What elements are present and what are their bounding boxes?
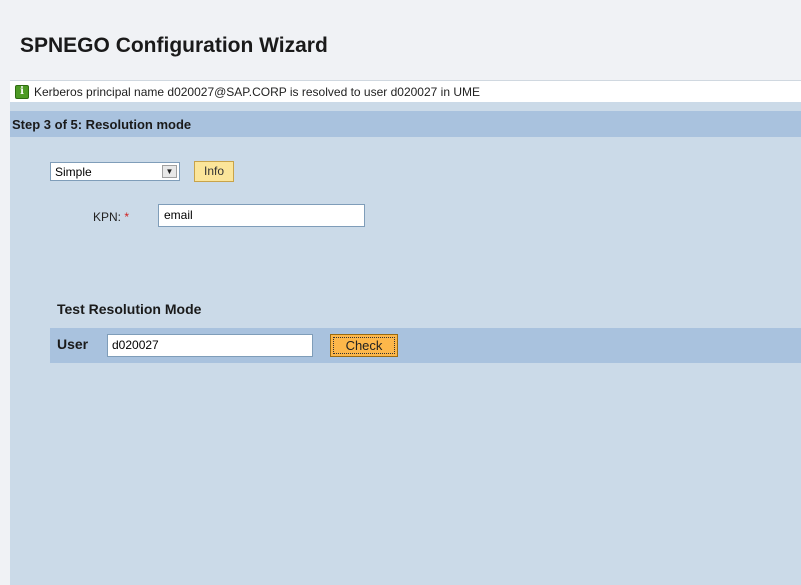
step-header: Step 3 of 5: Resolution mode — [10, 111, 801, 137]
info-icon: i — [15, 84, 29, 99]
page-title: SPNEGO Configuration Wizard — [20, 34, 328, 57]
info-button[interactable]: Info — [194, 161, 234, 182]
resolution-mode-value: Simple — [55, 165, 92, 179]
required-marker: * — [124, 210, 130, 224]
kpn-label: KPN: * — [93, 210, 129, 224]
kpn-label-text: KPN: — [93, 210, 122, 224]
user-input[interactable]: d020027 — [107, 334, 313, 357]
user-label: User — [57, 336, 89, 352]
message-bar: i Kerberos principal name d020027@SAP.CO… — [10, 80, 801, 102]
test-section-title: Test Resolution Mode — [57, 301, 202, 317]
chevron-down-icon[interactable]: ▼ — [162, 165, 177, 178]
resolution-mode-select[interactable]: Simple ▼ — [50, 162, 180, 181]
step-label: Step 3 of 5: Resolution mode — [12, 116, 192, 132]
message-text: Kerberos principal name d020027@SAP.CORP… — [34, 84, 480, 99]
check-button[interactable]: Check — [330, 334, 398, 357]
kpn-input[interactable]: email — [158, 204, 365, 227]
